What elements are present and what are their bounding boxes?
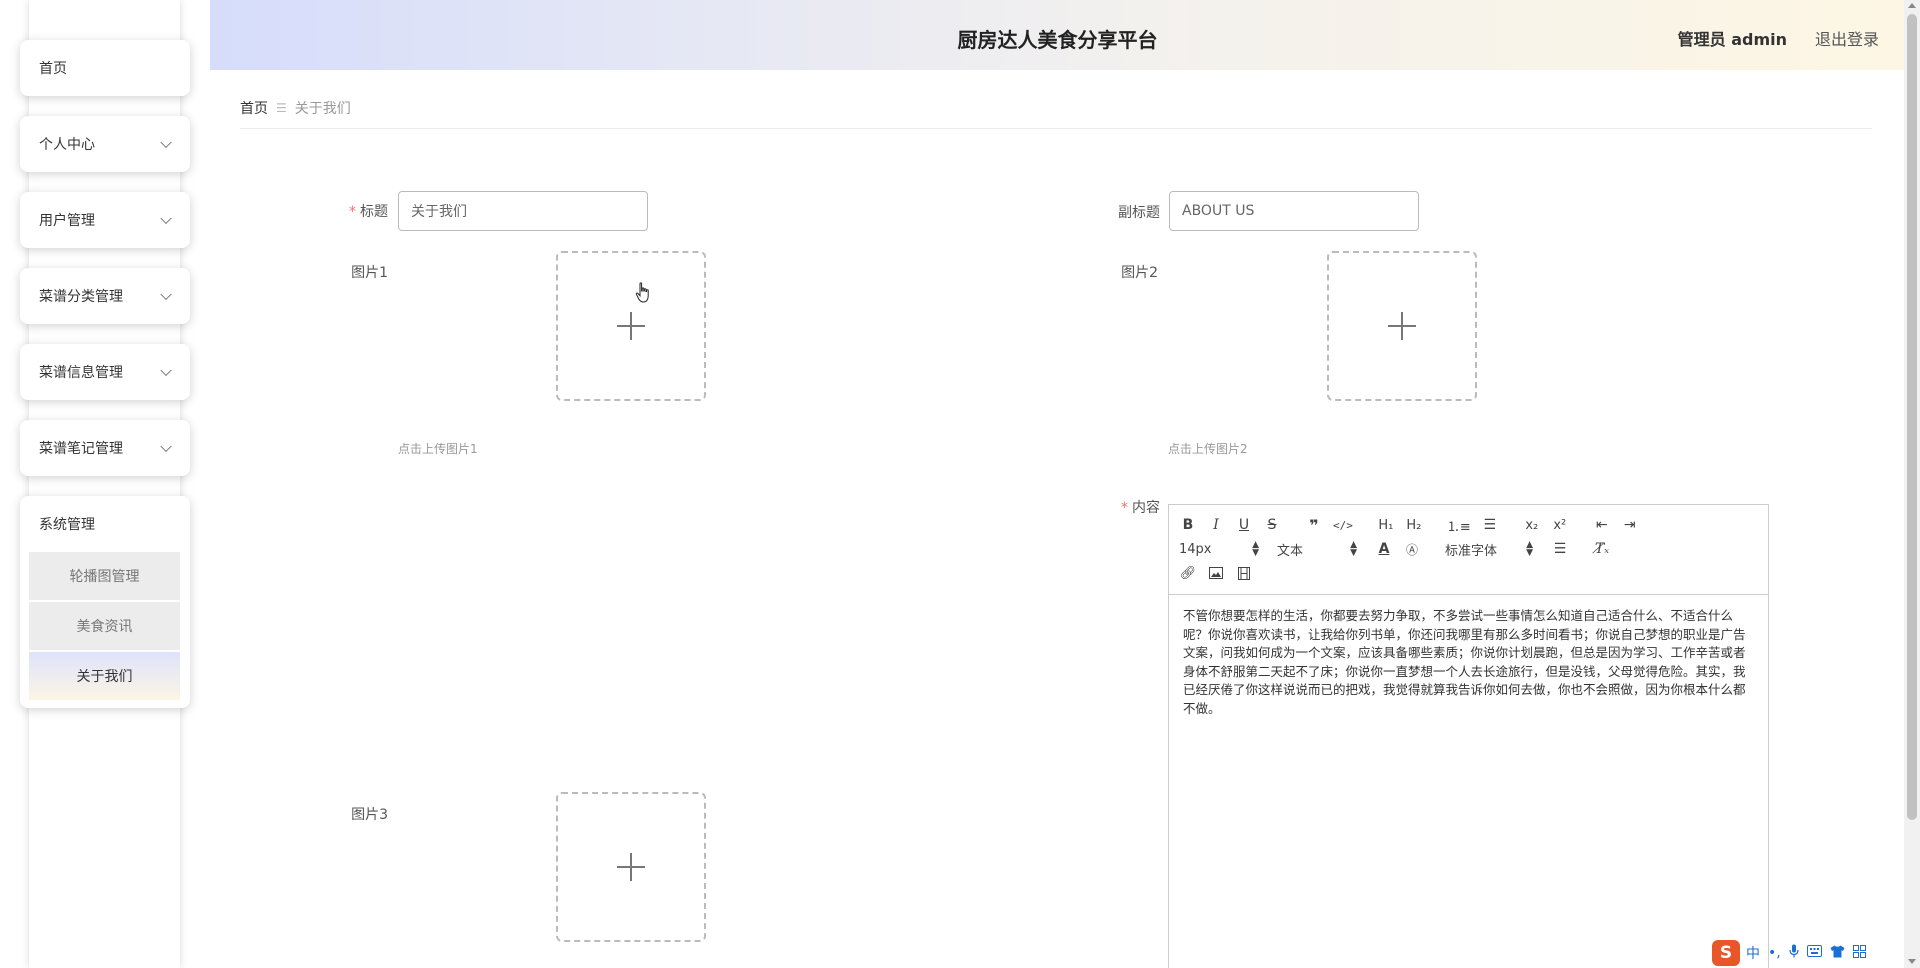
plus-icon — [617, 312, 645, 340]
divider — [240, 128, 1872, 129]
sidebar-item-label: 系统管理 — [39, 517, 95, 533]
font-color-icon[interactable]: A — [1375, 539, 1393, 559]
editor-toolbar: B I U S ❞ </> H₁ H₂ ⒈≡ ☰ x₂ x² ⇤ ⇥ 14px … — [1169, 505, 1768, 595]
breadcrumb-separator-icon: ☰ — [276, 101, 287, 115]
image-icon[interactable] — [1207, 563, 1225, 583]
image2-hint: 点击上传图片2 — [1168, 442, 1248, 456]
sidebar-item-system-management[interactable]: 系统管理 — [20, 496, 190, 552]
sidebar-item-home[interactable]: 首页 — [20, 40, 190, 96]
ordered-list-icon[interactable]: ⒈≡ — [1447, 515, 1471, 535]
page-title: 厨房达人美食分享平台 — [957, 28, 1158, 52]
plus-icon — [617, 853, 645, 881]
editor-content[interactable]: 不管你想要怎样的生活，你都要去努力争取，不多尝试一些事情怎么知道自己适合什么、不… — [1169, 595, 1768, 730]
scroll-down-icon[interactable] — [1908, 959, 1916, 964]
link-icon[interactable]: 🔗︎ — [1179, 563, 1197, 583]
clear-format-icon[interactable]: T̸ₓ — [1593, 539, 1611, 559]
image2-label: 图片2 — [1121, 265, 1158, 281]
sidebar-group-system: 系统管理 轮播图管理 美食资讯 关于我们 — [20, 496, 190, 708]
rich-text-editor: B I U S ❞ </> H₁ H₂ ⒈≡ ☰ x₂ x² ⇤ ⇥ 14px … — [1168, 504, 1769, 968]
pointer-cursor-icon — [635, 282, 649, 303]
microphone-icon[interactable] — [1789, 944, 1799, 962]
bullet-list-icon[interactable]: ☰ — [1481, 515, 1499, 535]
user-info: 管理员 admin — [1677, 30, 1787, 49]
sidebar-item-user-management[interactable]: 用户管理 — [20, 192, 190, 248]
sidebar-item-label: 首页 — [39, 61, 67, 77]
video-icon[interactable] — [1235, 563, 1253, 583]
select-arrows-icon: ▲ ▼ — [1252, 540, 1259, 558]
logout-button[interactable]: 退出登录 — [1815, 26, 1879, 50]
font-family-select[interactable]: 标准字体 ▲ ▼ — [1445, 539, 1533, 559]
select-arrows-icon: ▲ ▼ — [1350, 540, 1357, 558]
content-label: * 内容 — [1121, 500, 1160, 516]
heading1-icon[interactable]: H₁ — [1377, 515, 1395, 535]
scroll-up-icon[interactable] — [1908, 3, 1916, 8]
font-size-select[interactable]: 14px ▲ ▼ — [1179, 539, 1259, 559]
sidebar-item-label: 菜谱笔记管理 — [39, 441, 123, 457]
sidebar-item-label: 菜谱分类管理 — [39, 289, 123, 305]
sidebar-item-recipe-info[interactable]: 菜谱信息管理 — [20, 344, 190, 400]
sidebar-subitem-food-news[interactable]: 美食资讯 — [29, 602, 180, 652]
chevron-down-icon — [160, 440, 172, 453]
chevron-down-icon — [160, 136, 172, 149]
skin-icon[interactable] — [1830, 945, 1845, 962]
sogou-logo-icon[interactable]: S — [1712, 940, 1740, 966]
subtitle-input[interactable] — [1169, 191, 1419, 231]
app-root: 首页 个人中心 用户管理 菜谱分类管理 菜谱信息管理 菜谱笔记管理 系统管理 轮… — [0, 0, 1920, 968]
page-scrollbar[interactable] — [1904, 0, 1920, 968]
indent-icon[interactable]: ⇥ — [1621, 515, 1639, 535]
heading2-icon[interactable]: H₂ — [1405, 515, 1423, 535]
breadcrumb-home[interactable]: 首页 — [240, 98, 268, 118]
ime-toolbar: S 中 •, — [1712, 940, 1874, 966]
subtitle-label: 副标题 — [1118, 205, 1160, 221]
scrollbar-thumb[interactable] — [1907, 14, 1917, 820]
image3-label: 图片3 — [351, 807, 388, 823]
toolbox-grid-icon[interactable] — [1852, 944, 1866, 962]
chevron-down-icon — [160, 288, 172, 301]
code-block-icon[interactable]: </> — [1333, 515, 1353, 535]
chevron-down-icon — [160, 212, 172, 225]
italic-icon[interactable]: I — [1207, 515, 1225, 535]
required-mark: * — [349, 204, 356, 220]
image2-upload[interactable] — [1327, 251, 1477, 401]
sidebar-item-label: 个人中心 — [39, 137, 95, 153]
title-label: * 标题 — [349, 204, 388, 220]
align-left-icon[interactable]: ☰ — [1551, 539, 1569, 559]
underline-icon[interactable]: U — [1235, 515, 1253, 535]
sidebar-subitem-about-us[interactable]: 关于我们 — [29, 652, 180, 702]
blockquote-icon[interactable]: ❞ — [1305, 515, 1323, 535]
chevron-down-icon — [160, 364, 172, 377]
toolbar-row: B I U S ❞ </> H₁ H₂ ⒈≡ ☰ x₂ x² ⇤ ⇥ — [1179, 515, 1649, 535]
breadcrumb-current: 关于我们 — [294, 101, 351, 117]
select-arrows-icon: ▲ ▼ — [1526, 540, 1533, 558]
image1-hint: 点击上传图片1 — [398, 442, 478, 456]
keyboard-icon[interactable] — [1806, 945, 1822, 961]
top-header: 厨房达人美食分享平台 管理员 admin 退出登录 — [210, 0, 1905, 70]
title-input[interactable] — [398, 191, 648, 231]
toolbar-row: 🔗︎ — [1179, 563, 1263, 583]
toolbar-row: 14px ▲ ▼ 文本 ▲ ▼ A Ⓐ 标准字体 ▲ ▼ ☰ T̸ₓ — [1179, 539, 1621, 559]
ime-language[interactable]: 中 — [1746, 943, 1760, 963]
sidebar-item-recipe-category[interactable]: 菜谱分类管理 — [20, 268, 190, 324]
breadcrumb: 首页 ☰ 关于我们 — [240, 98, 351, 118]
background-color-icon[interactable]: Ⓐ — [1403, 539, 1421, 559]
image3-upload[interactable] — [556, 792, 706, 942]
sidebar-item-label: 菜谱信息管理 — [39, 365, 123, 381]
bold-icon[interactable]: B — [1179, 515, 1197, 535]
sidebar-subitem-carousel[interactable]: 轮播图管理 — [29, 552, 180, 602]
image1-upload[interactable] — [556, 251, 706, 401]
outdent-icon[interactable]: ⇤ — [1593, 515, 1611, 535]
plus-icon — [1388, 312, 1416, 340]
required-mark: * — [1121, 500, 1128, 516]
subscript-icon[interactable]: x₂ — [1523, 515, 1541, 535]
sidebar-item-label: 用户管理 — [39, 213, 95, 229]
image1-label: 图片1 — [351, 265, 388, 281]
superscript-icon[interactable]: x² — [1551, 515, 1569, 535]
punctuation-icon[interactable]: •, — [1768, 945, 1781, 961]
strikethrough-icon[interactable]: S — [1263, 515, 1281, 535]
block-type-select[interactable]: 文本 ▲ ▼ — [1277, 539, 1357, 559]
sidebar-item-recipe-notes[interactable]: 菜谱笔记管理 — [20, 420, 190, 476]
sidebar-item-personal-center[interactable]: 个人中心 — [20, 116, 190, 172]
